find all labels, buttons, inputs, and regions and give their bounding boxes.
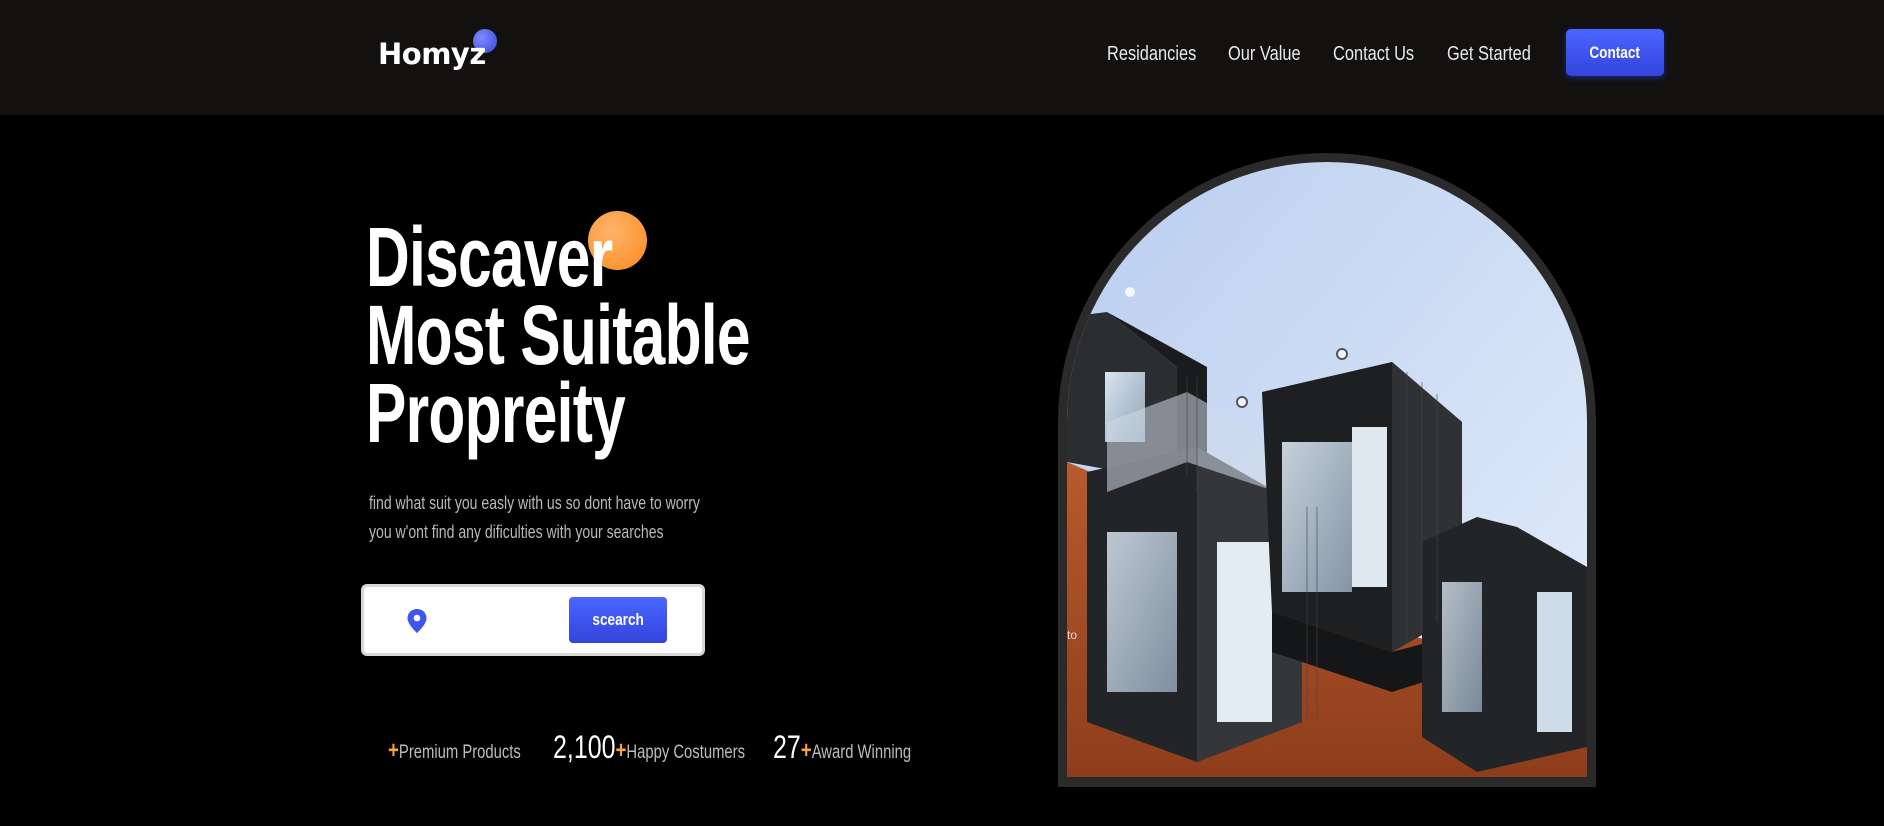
logo-text: Homyz <box>378 37 486 71</box>
stat-happy-costumers: 2,100+Happy Costumers <box>553 727 745 773</box>
hero-title: Discaver Most Suitable Propreity <box>366 210 751 460</box>
stat-number: 2,100 <box>553 729 616 765</box>
nav-link-residancies[interactable]: Residancies <box>1107 39 1196 69</box>
hero-title-line-3: Propreity <box>366 366 626 460</box>
location-pin-icon <box>407 609 427 633</box>
hero-subtitle-line-1: find what suit you easly with us so dont… <box>369 493 700 513</box>
search-button[interactable]: scearch <box>569 597 667 643</box>
hero-image-frame: to <box>1058 153 1596 787</box>
stat-plus: + <box>388 737 399 764</box>
building-illustration: to <box>1067 162 1587 777</box>
hero-image: to <box>1067 162 1587 777</box>
stat-premium-products: +Premium Products <box>388 727 521 773</box>
hero-subtitle: find what suit you easly with us so dont… <box>369 489 700 547</box>
stat-label: Premium Products <box>398 742 521 763</box>
logo[interactable]: Homyz <box>378 29 497 74</box>
image-alt-text: to <box>1067 628 1077 642</box>
nav-link-contact-us[interactable]: Contact Us <box>1333 39 1414 69</box>
contact-button[interactable]: Contact <box>1566 29 1664 76</box>
nav-link-get-started[interactable]: Get Started <box>1447 39 1531 69</box>
site-header: Homyz Residancies Our Value Contact Us G… <box>0 0 1884 115</box>
contact-button-label: Contact <box>1589 42 1641 62</box>
stat-number: 27 <box>773 729 801 765</box>
stat-plus: + <box>800 737 812 764</box>
hero-title-line-1: Discaver <box>366 210 613 304</box>
search-input[interactable] <box>439 605 529 635</box>
hero-subtitle-line-2: you w'ont find any dificulties with your… <box>369 522 664 542</box>
stat-label: Award Winning <box>811 742 912 763</box>
search-bar: scearch <box>361 584 705 656</box>
stat-label: Happy Costumers <box>626 742 746 763</box>
search-button-label: scearch <box>592 610 644 629</box>
stat-award-winning: 27+Award Winning <box>773 727 911 773</box>
stat-plus: + <box>615 737 627 764</box>
nav-link-our-value[interactable]: Our Value <box>1228 39 1301 69</box>
hero-title-line-2: Most Suitable <box>366 288 751 382</box>
